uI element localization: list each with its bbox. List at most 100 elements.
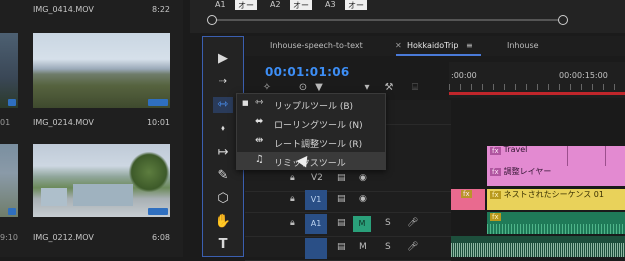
track-target-v1[interactable]: V1 [305,190,327,210]
clip-badge [148,99,168,106]
clip-audio-a2[interactable] [451,236,625,257]
tool-flyout-menu: ■ ⇿ リップルツール (B) ⬌ ローリングツール (N) ⇹ レート調整ツー… [236,93,386,170]
tree-graphic [128,152,170,192]
ripple-edit-icon: ⇿ [255,97,264,108]
audio-waveform [451,243,625,257]
mute-button[interactable]: M [353,216,371,232]
clip-thumbnail[interactable] [33,33,170,108]
clip-name: IMG_0212.MOV [33,233,94,242]
slip-tool-icon[interactable]: ↦ [213,145,233,161]
clip-travel[interactable]: fx Travel [487,146,625,166]
remix-icon: ♫ [255,154,264,165]
microphone-icon[interactable]: 🎤︎ [407,218,418,228]
menu-item-label: レート調整ツール (R) [274,140,363,150]
menu-icon[interactable]: ≡ [466,41,473,50]
clip-duration: 10:01 [146,118,170,127]
tab-inhouse[interactable]: Inhouse [507,41,539,50]
fx-badge: fx [490,147,501,155]
menu-item-label: リップルツール (B) [274,102,354,112]
clip-thumbnail-partial[interactable] [0,33,18,108]
clip-name: IMG_0414.MOV [33,5,94,14]
clip-adjustment-layer[interactable]: fx 調整レイヤー [487,166,625,186]
work-area-bar [449,92,625,95]
clip-duration: 8:22 [152,5,170,14]
sequence-tabs: Inhouse-speech-to-text ✕ HokkaidoTrip ≡ … [245,36,625,56]
eye-icon[interactable]: ◉ [359,173,367,183]
clip-edit-point[interactable] [605,146,606,166]
menu-item-rolling-tool[interactable]: ⬌ ローリングツール (N) [237,114,385,132]
clip-badge [8,208,16,215]
rate-stretch-icon: ⇹ [255,135,264,146]
rolling-edit-icon: ⬌ [255,116,264,127]
track-label: A3 [325,0,336,9]
ripple-edit-tool-icon[interactable]: ⇿ [213,97,233,113]
track-label: A2 [270,0,281,9]
track-label: A1 [215,0,226,9]
clip-pink-short[interactable]: fx [451,189,485,210]
source-audio-strip: A1 オー A2 オー A3 オー [190,0,625,33]
pen-tool-icon[interactable]: ✎ [213,168,233,184]
track-value[interactable]: オー [345,0,367,10]
time-ruler[interactable]: :00:00 00:00:15:00 [449,62,625,98]
microphone-icon[interactable]: 🎤︎ [407,242,418,252]
selection-tool-icon[interactable]: ▶ [213,51,233,67]
building-graphic [73,184,133,206]
timeline-area[interactable]: fx Travel fx 調整レイヤー fx fx ネストされたシーケンス 01 fx [451,100,625,257]
menu-item-ripple-tool[interactable]: ■ ⇿ リップルツール (B) [237,95,385,113]
clip-label: 調整レイヤー [503,167,552,176]
track-value[interactable]: オー [290,0,312,10]
track-value[interactable]: オー [235,0,257,10]
lock-icon[interactable]: 🔒︎ [290,218,295,228]
fx-badge: fx [490,213,501,221]
project-bin: 01 IMG_0414.MOV 8:22 IMG_0214.MOV 10:01 … [0,0,183,257]
menu-item-remix-tool[interactable]: ♫ リミックスツール [237,152,385,170]
slider-knob[interactable] [558,15,568,25]
clip-duration: 6:08 [152,233,170,242]
menu-item-rate-stretch-tool[interactable]: ⇹ レート調整ツール (R) [237,133,385,151]
slider-knob[interactable] [207,15,217,25]
tab-hokkaidotrip[interactable]: HokkaidoTrip [407,41,458,50]
sync-icon[interactable]: ▤ [337,194,346,204]
eye-icon[interactable]: ◉ [359,194,367,204]
track-row-a1: 🔒︎ A1 ▤ M S 🎤︎ [245,212,451,237]
clip-thumbnail[interactable] [33,144,170,217]
sync-icon[interactable]: ▤ [337,218,346,228]
lock-icon[interactable]: 🔒︎ [290,194,295,204]
tab-inhouse-speech-to-text[interactable]: Inhouse-speech-to-text [270,41,363,50]
ruler-ticks [449,84,625,90]
source-slider[interactable] [210,19,562,21]
hand-tool-icon[interactable]: ✋ [213,214,233,230]
shape-tool-icon[interactable]: ⬡ [213,191,233,207]
clip-partial-label: 9:10 [0,233,18,242]
ruler-mark-label: 00:00:15:00 [559,71,608,80]
razor-tool-icon[interactable]: ⬪ [213,121,233,137]
clip-nested-sequence[interactable]: fx ネストされたシーケンス 01 [487,189,625,210]
track-select-icon[interactable]: ⇢ [213,74,233,90]
clip-edit-point[interactable] [567,146,568,166]
selected-dot-icon: ■ [242,99,249,107]
close-icon[interactable]: ✕ [395,41,402,50]
clip-thumbnail-partial[interactable] [0,144,18,217]
solo-button[interactable]: S [385,242,391,252]
clip-badge [8,99,16,106]
sync-icon[interactable]: ▤ [337,173,346,183]
fx-badge: fx [490,191,501,199]
clip-label: ネストされたシーケンス 01 [503,190,604,199]
track-row-a2: ▤ M S 🎤︎ [245,236,451,261]
fx-badge: fx [461,190,472,198]
track-target-a2[interactable] [305,238,327,259]
sync-icon[interactable]: ▤ [337,242,346,252]
lock-icon[interactable]: 🔒︎ [290,173,295,183]
track-target-a1[interactable]: A1 [305,214,327,234]
ruler-start-label: :00:00 [451,71,477,80]
playhead-timecode[interactable]: 00:01:01:06 [265,65,350,79]
mute-button[interactable]: M [359,242,367,252]
solo-button[interactable]: S [385,218,391,228]
clip-audio-a1[interactable]: fx [487,212,625,234]
building-graphic [41,188,67,206]
audio-waveform [487,224,625,234]
clip-badge [148,208,168,215]
captions-icon[interactable]: ⌸ [408,82,422,96]
fx-badge: fx [490,168,501,176]
type-tool-icon[interactable]: T [213,237,233,253]
